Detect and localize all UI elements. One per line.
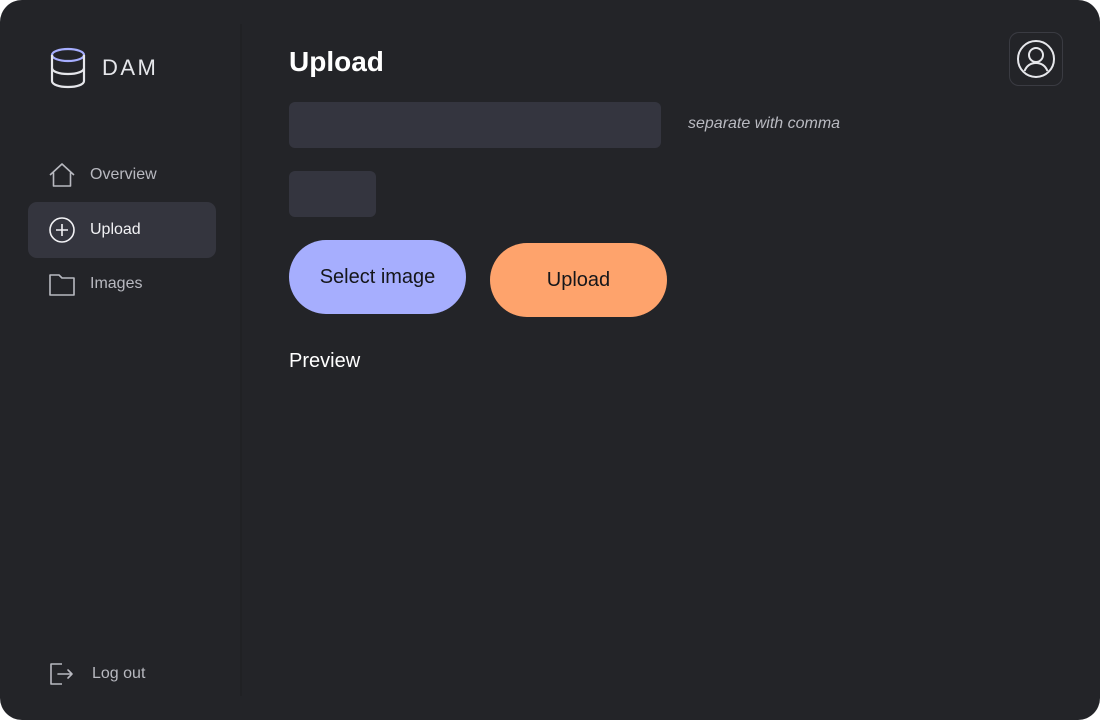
brand-name: DAM bbox=[102, 55, 159, 80]
logout-button[interactable]: Log out bbox=[46, 656, 145, 692]
sidebar-item-images[interactable]: Images bbox=[28, 256, 216, 312]
tags-hint: separate with comma bbox=[688, 115, 841, 132]
database-icon bbox=[48, 46, 88, 90]
sidebar-item-label: Upload bbox=[90, 221, 141, 238]
logout-icon bbox=[46, 660, 74, 688]
select-image-button[interactable]: Select image bbox=[289, 240, 466, 314]
sidebar-divider bbox=[240, 24, 242, 696]
page-title: Upload bbox=[289, 46, 384, 77]
user-avatar-icon bbox=[1016, 39, 1056, 79]
sidebar-item-label: Images bbox=[90, 275, 143, 292]
sidebar: DAM Overview Upload Images Log out bbox=[0, 0, 240, 720]
sidebar-item-label: Overview bbox=[90, 166, 157, 183]
plus-circle-icon bbox=[48, 216, 76, 244]
tags-input[interactable] bbox=[289, 102, 661, 148]
brand: DAM bbox=[48, 46, 158, 90]
logout-label: Log out bbox=[92, 665, 146, 682]
folder-icon bbox=[48, 270, 76, 298]
sidebar-item-overview[interactable]: Overview bbox=[28, 147, 216, 203]
upload-button[interactable]: Upload bbox=[490, 243, 667, 317]
home-icon bbox=[48, 161, 76, 189]
preview-heading: Preview bbox=[289, 350, 361, 372]
account-button[interactable] bbox=[1009, 32, 1063, 86]
app-window: DAM Overview Upload Images Log out Uploa… bbox=[0, 0, 1100, 720]
secondary-input[interactable] bbox=[289, 171, 376, 217]
sidebar-item-upload[interactable]: Upload bbox=[28, 202, 216, 258]
